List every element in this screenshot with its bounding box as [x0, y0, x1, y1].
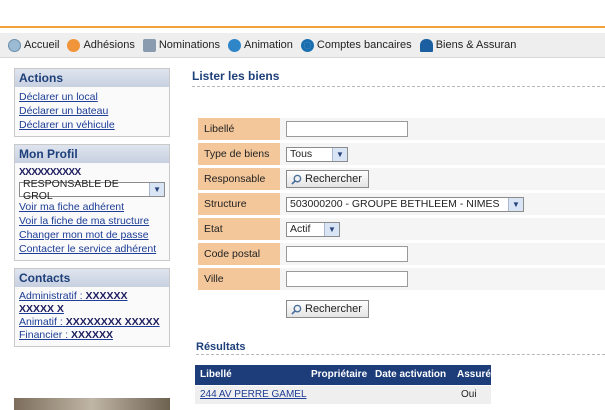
col-date[interactable]: Date activation — [375, 365, 446, 385]
results-title: Résultats — [196, 341, 246, 353]
actions-title: Actions — [15, 69, 169, 87]
structure-select-value: 503000200 - GROUPE BETHLEEM - NIMES — [290, 198, 500, 210]
etat-select-value: Actif — [290, 223, 311, 235]
main-content: Lister les biens Libellé Type de biens T… — [192, 68, 605, 404]
chevron-down-icon: ▼ — [508, 197, 523, 211]
nav-accueil-label: Accueil — [24, 39, 60, 51]
nav-nominations[interactable]: Nominations — [142, 38, 220, 52]
page-title: Lister les biens — [192, 69, 280, 83]
row-libelle: Libellé — [198, 118, 605, 140]
col-assure[interactable]: Assuré — [457, 365, 491, 385]
contact-service-link[interactable]: Contacter le service adhérent — [19, 242, 165, 256]
contact-fin[interactable]: Financier : XXXXXX — [19, 329, 165, 342]
sidebar-photo — [14, 398, 170, 410]
responsable-search-label: Rechercher — [305, 173, 362, 185]
row-structure: Structure 503000200 - GROUPE BETHLEEM - … — [198, 193, 605, 215]
libelle-label: Libellé — [198, 118, 280, 140]
contact-anim-label: Animatif : — [19, 316, 63, 328]
users-icon — [67, 38, 81, 52]
magnifier-icon — [291, 304, 302, 315]
group-icon — [227, 38, 241, 52]
etat-label: Etat — [198, 218, 280, 240]
nav-adhesions-label: Adhésions — [83, 39, 135, 51]
ville-input[interactable] — [286, 271, 408, 287]
type-select-value: Tous — [290, 148, 313, 160]
declare-vehicle-link[interactable]: Déclarer un véhicule — [19, 118, 165, 132]
nav-animation-label: Animation — [243, 39, 293, 51]
contact-admin[interactable]: Administratif : XXXXXX XXXXX X — [19, 290, 165, 316]
contact-anim-value: XXXXXXXX XXXXX — [65, 316, 160, 328]
etat-select[interactable]: Actif ▼ — [286, 221, 340, 237]
postal-label: Code postal — [198, 243, 280, 265]
declare-local-link[interactable]: Déclarer un local — [19, 90, 165, 104]
declare-boat-link[interactable]: Déclarer un bateau — [19, 104, 165, 118]
col-libelle[interactable]: Libellé — [200, 365, 232, 385]
nav-comptes-label: Comptes bancaires — [316, 39, 412, 51]
structure-select[interactable]: 503000200 - GROUPE BETHLEEM - NIMES ▼ — [286, 196, 524, 212]
chevron-down-icon: ▼ — [324, 222, 339, 236]
view-structure-link[interactable]: Voir la fiche de ma structure — [19, 214, 165, 228]
nav-accueil[interactable]: Accueil — [8, 38, 60, 52]
results-divider — [196, 354, 605, 355]
contact-anim[interactable]: Animatif : XXXXXXXX XXXXX — [19, 316, 165, 329]
contact-fin-value: XXXXXX — [70, 329, 113, 341]
row-etat: Etat Actif ▼ — [198, 218, 605, 240]
coin-icon — [300, 38, 314, 52]
profile-title: Mon Profil — [15, 145, 169, 163]
submit-search-button[interactable]: Rechercher — [286, 300, 369, 318]
change-password-link[interactable]: Changer mon mot de passe — [19, 228, 165, 242]
row-assure: Oui — [461, 389, 477, 400]
magnifier-icon — [291, 174, 302, 185]
view-member-link[interactable]: Voir ma fiche adhérent — [19, 200, 165, 214]
chevron-down-icon: ▼ — [149, 183, 164, 196]
structure-label: Structure — [198, 193, 280, 215]
search-form: Libellé Type de biens Tous ▼ Responsable — [198, 118, 605, 293]
row-type: Type de biens Tous ▼ — [198, 143, 605, 165]
ville-label: Ville — [198, 268, 280, 290]
profile-box: Mon Profil XXXXXXXXXX RESPONSABLE DE GRO… — [14, 144, 170, 261]
nav-comptes[interactable]: Comptes bancaires — [300, 38, 412, 52]
contacts-title: Contacts — [15, 269, 169, 287]
role-select-value: RESPONSABLE DE GROL — [23, 177, 119, 202]
row-postal: Code postal — [198, 243, 605, 265]
role-select[interactable]: RESPONSABLE DE GROL ▼ — [19, 178, 165, 202]
nav-biens[interactable]: Biens & Assuran — [419, 38, 517, 52]
contacts-box: Contacts Administratif : XXXXXX XXXXX X … — [14, 268, 170, 347]
postal-input[interactable] — [286, 246, 408, 262]
nav-nominations-label: Nominations — [158, 39, 220, 51]
type-select[interactable]: Tous ▼ — [286, 146, 348, 162]
actions-box: Actions Déclarer un local Déclarer un ba… — [14, 68, 170, 137]
people-icon — [142, 38, 156, 52]
nav-animation[interactable]: Animation — [227, 38, 293, 52]
libelle-input[interactable] — [286, 121, 408, 137]
row-libelle-link[interactable]: 244 AV PERRE GAMEL — [200, 386, 307, 404]
results-table-header: Libellé Propriétaire Date activation Ass… — [195, 365, 491, 385]
submit-search-label: Rechercher — [305, 303, 362, 315]
contact-admin-label: Administratif : — [19, 290, 83, 302]
row-responsable: Responsable Rechercher — [198, 168, 605, 190]
top-accent-line — [0, 26, 605, 28]
home-icon — [8, 38, 21, 52]
responsable-label: Responsable — [198, 168, 280, 190]
main-nav: Accueil Adhésions Nominations Animation … — [0, 33, 605, 58]
row-ville: Ville — [198, 268, 605, 290]
col-proprietaire[interactable]: Propriétaire — [311, 365, 367, 385]
chevron-down-icon: ▼ — [332, 147, 347, 161]
type-label: Type de biens — [198, 143, 280, 165]
sidebar: Actions Déclarer un local Déclarer un ba… — [14, 68, 170, 354]
nav-biens-label: Biens & Assuran — [435, 39, 517, 51]
responsable-search-button[interactable]: Rechercher — [286, 170, 369, 188]
nav-adhesions[interactable]: Adhésions — [67, 38, 135, 52]
table-row: 244 AV PERRE GAMEL Oui — [195, 386, 491, 404]
contact-fin-label: Financier : — [19, 329, 69, 341]
umbrella-icon — [419, 38, 433, 52]
title-divider — [192, 86, 605, 87]
